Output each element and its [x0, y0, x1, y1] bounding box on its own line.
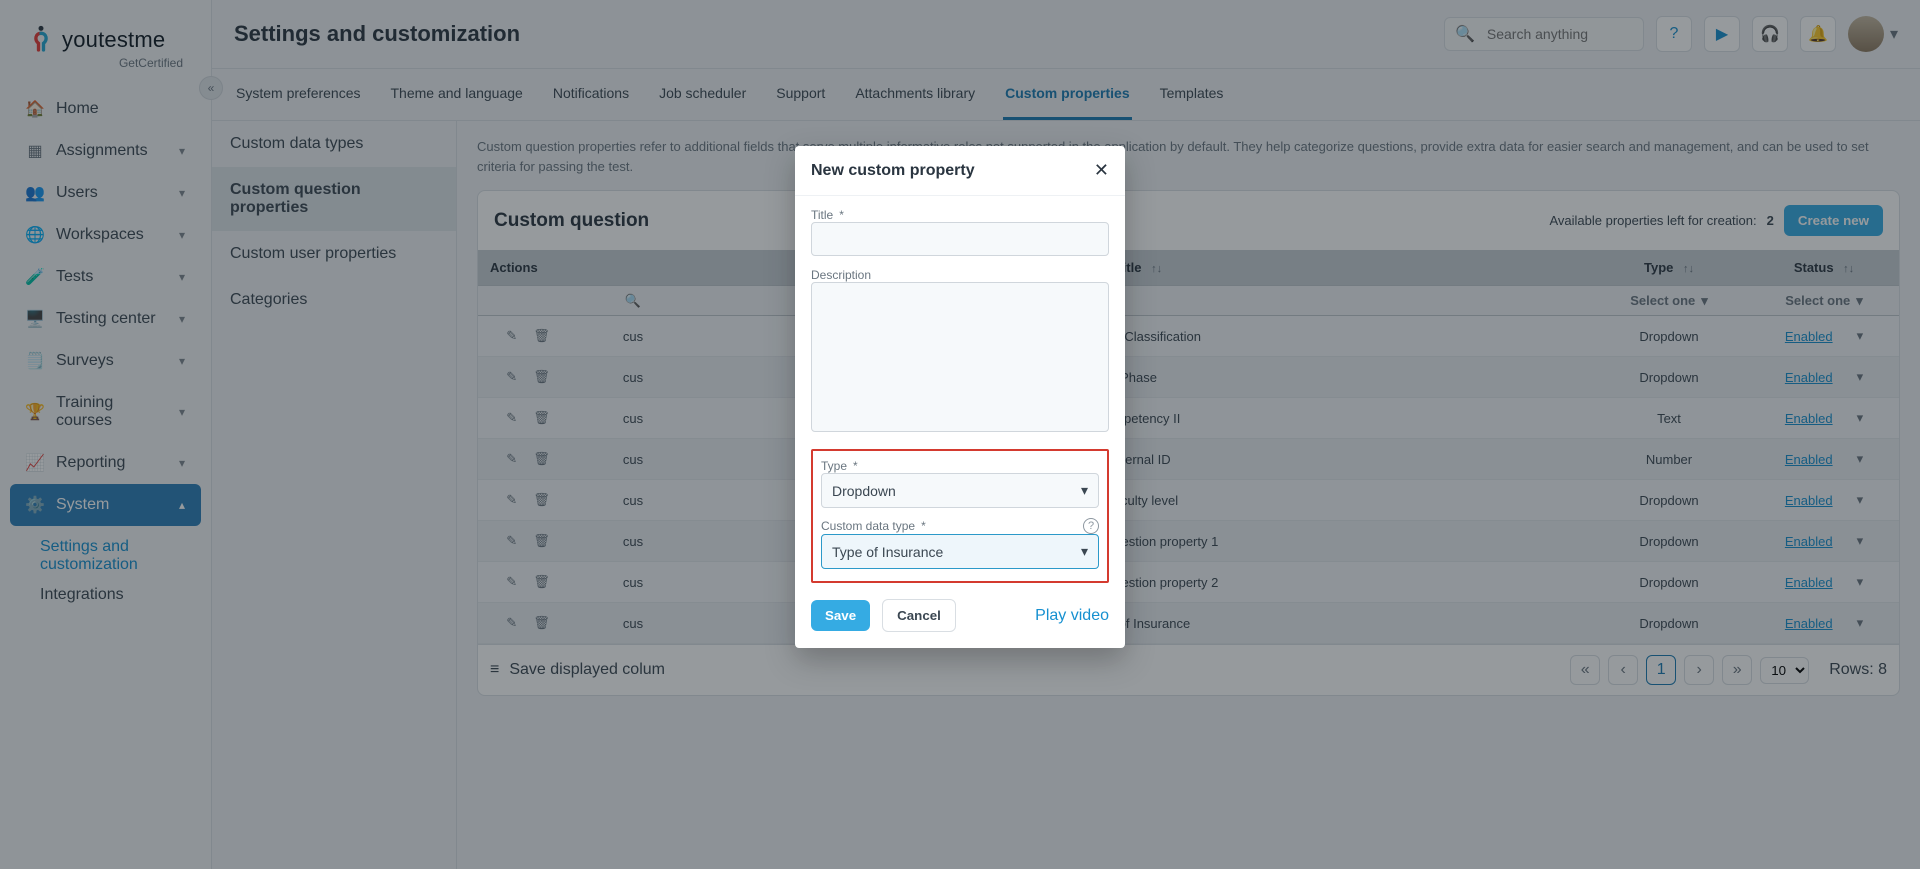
description-textarea[interactable]: [811, 282, 1109, 432]
modal-footer: Save Cancel Play video: [795, 589, 1125, 648]
custom-data-type-select[interactable]: Type of Insurance ▾: [821, 534, 1099, 569]
modal-title: New custom property: [811, 162, 975, 180]
label-text: Title: [811, 208, 833, 222]
label-text: Description: [811, 268, 871, 282]
field-type: Type * Dropdown ▾: [821, 459, 1099, 508]
help-icon[interactable]: ?: [1083, 518, 1099, 534]
field-description: Description: [811, 268, 1109, 437]
title-input[interactable]: [811, 222, 1109, 256]
required-mark: *: [921, 519, 926, 533]
play-video-link[interactable]: Play video: [1035, 607, 1109, 625]
highlighted-group: Type * Dropdown ▾ Custom data type * ?: [811, 449, 1109, 583]
modal-header: New custom property ✕: [795, 146, 1125, 196]
label-text: Custom data type: [821, 519, 915, 533]
chevron-down-icon: ▾: [1081, 482, 1088, 499]
required-mark: *: [839, 208, 844, 222]
modal-overlay: New custom property ✕ Title * Descriptio…: [0, 0, 1920, 869]
type-value: Dropdown: [832, 483, 896, 499]
label-text: Type: [821, 459, 847, 473]
custom-data-type-value: Type of Insurance: [832, 544, 943, 560]
type-select[interactable]: Dropdown ▾: [821, 473, 1099, 508]
new-custom-property-modal: New custom property ✕ Title * Descriptio…: [795, 146, 1125, 648]
modal-body: Title * Description Type * D: [795, 196, 1125, 589]
cancel-button[interactable]: Cancel: [882, 599, 956, 632]
field-title: Title *: [811, 208, 1109, 256]
save-button[interactable]: Save: [811, 600, 870, 631]
required-mark: *: [853, 459, 858, 473]
close-button[interactable]: ✕: [1094, 160, 1109, 181]
field-custom-data-type: Custom data type * ? Type of Insurance ▾: [821, 518, 1099, 569]
chevron-down-icon: ▾: [1081, 543, 1088, 560]
close-icon: ✕: [1094, 160, 1109, 180]
